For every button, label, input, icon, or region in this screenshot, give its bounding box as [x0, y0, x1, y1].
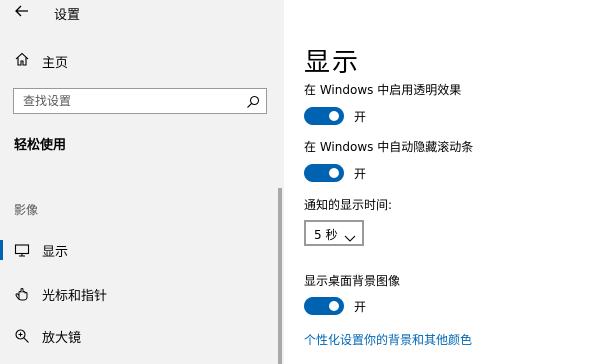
toggle-knob: [329, 301, 339, 311]
sidebar-item-display[interactable]: 显示: [0, 236, 270, 264]
dropdown-value: 5 秒: [314, 228, 338, 242]
setting-label-transparency: 在 Windows 中启用透明效果: [304, 83, 462, 97]
setting-label-scrollbars: 在 Windows 中自动隐藏滚动条: [304, 140, 474, 154]
scrollbars-toggle[interactable]: [304, 164, 344, 182]
toggle-knob: [329, 111, 339, 121]
search-icon[interactable]: [246, 94, 260, 108]
personalize-background-link[interactable]: 个性化设置你的背景和其他颜色: [304, 331, 472, 348]
notification-time-dropdown[interactable]: 5 秒: [304, 220, 364, 246]
sidebar-item-home[interactable]: 主页: [14, 51, 68, 71]
page-title: 显示: [304, 48, 361, 78]
sidebar-item-magnifier[interactable]: 放大镜: [0, 322, 270, 350]
pointer-icon: [14, 286, 30, 302]
section-label-vision: 影像: [14, 203, 39, 217]
sidebar-item-label: 放大镜: [42, 331, 82, 346]
sidebar: 设置 主页 轻松使用 影像 显示 光标和指针 放大镜: [0, 0, 284, 364]
magnifier-icon: [14, 328, 30, 344]
search-box[interactable]: [13, 88, 267, 114]
desktop-background-toggle[interactable]: [304, 297, 344, 315]
display-icon: [14, 242, 30, 258]
window-title: 设置: [54, 8, 81, 23]
sidebar-item-label: 显示: [42, 245, 69, 260]
toggle-knob: [329, 168, 339, 178]
sidebar-item-label: 主页: [42, 56, 69, 71]
selection-indicator: [0, 240, 3, 260]
search-input[interactable]: [14, 89, 243, 113]
sidebar-item-pointer[interactable]: 光标和指针: [0, 280, 270, 308]
home-icon: [14, 51, 30, 71]
transparency-toggle[interactable]: [304, 107, 344, 125]
main-content: 显示 在 Windows 中启用透明效果 开 在 Windows 中自动隐藏滚动…: [284, 0, 600, 364]
setting-label-desktop-background: 显示桌面背景图像: [304, 274, 401, 288]
toggle-state-label: 开: [354, 300, 367, 314]
toggle-state-label: 开: [354, 167, 367, 181]
toggle-state-label: 开: [354, 110, 367, 124]
sidebar-item-label: 光标和指针: [42, 289, 108, 304]
sidebar-scrollbar[interactable]: [278, 188, 282, 364]
chevron-down-icon: [344, 228, 356, 242]
setting-label-notification-time: 通知的显示时间:: [304, 198, 393, 212]
group-title: 轻松使用: [14, 138, 67, 153]
back-arrow-icon[interactable]: [14, 3, 30, 19]
